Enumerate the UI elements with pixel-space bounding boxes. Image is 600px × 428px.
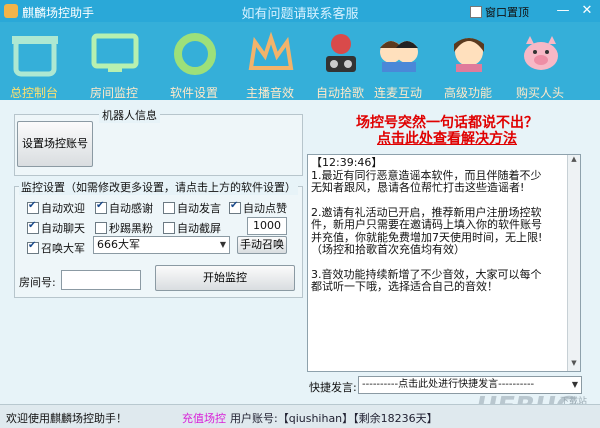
auto-speak-checkbox[interactable]: 自动发言 [163, 200, 221, 216]
nav-label: 总控制台 [9, 86, 58, 100]
scroll-down-arrow-icon[interactable]: ▼ [568, 359, 580, 371]
checkbox-box[interactable] [163, 222, 175, 234]
scroll-up-arrow-icon[interactable]: ▲ [568, 155, 580, 167]
quick-speak-value: ----------点击此处进行快捷发言---------- [362, 379, 535, 390]
close-button[interactable]: ✕ [576, 0, 598, 22]
minimize-button[interactable]: — [552, 0, 574, 22]
nav-item-sound-effects[interactable]: 主播音效 [236, 22, 304, 100]
checkbox-box[interactable] [95, 200, 107, 214]
checkbox-box[interactable] [27, 220, 39, 234]
store-icon [12, 36, 58, 77]
nav-label: 连麦互动 [373, 86, 422, 100]
announcement-text: 【12:39:46】 1.最近有同行恶意造谣本软件，而且伴随着不少 无知者跟风，… [311, 156, 565, 294]
robot-info-legend: 机器人信息 [99, 107, 160, 123]
pin-window-checkbox[interactable]: 窗口置顶 [470, 4, 529, 20]
army-select-value: 666大军 [97, 238, 140, 251]
checkbox-label: 自动欢迎 [41, 202, 85, 215]
pin-window-label: 窗口置顶 [485, 6, 529, 19]
auto-screenshot-checkbox[interactable]: 自动截屏 [163, 220, 221, 236]
manual-summon-button[interactable]: 手动召唤 [237, 236, 287, 254]
cartoon-girl-icon [454, 38, 484, 72]
nav-item-settings[interactable]: 软件设置 [160, 22, 228, 100]
announcement-line: 件，新用户只需要在邀请码上填入你的软件账号 [311, 218, 542, 231]
auto-welcome-checkbox[interactable]: 自动欢迎 [27, 200, 85, 216]
checkbox-label: 自动点赞 [243, 202, 287, 215]
nav-item-console[interactable]: 总控制台 [0, 22, 68, 100]
nav-label: 软件设置 [169, 86, 218, 100]
pig-icon [524, 36, 558, 70]
set-account-button[interactable]: 设置场控账号 [17, 121, 93, 167]
checkbox-label: 自动截屏 [177, 222, 221, 235]
dropdown-arrow-icon: ▼ [571, 380, 578, 389]
monitor-settings-group: 监控设置（如需修改更多设置，请点击上方的软件设置） 自动欢迎 自动感谢 自动发言… [14, 179, 303, 298]
status-bar: 欢迎使用麒麟场控助手！ 充值场控 用户账号:【qiushihan】【剩余1823… [0, 404, 600, 428]
account-info: 用户账号:【qiushihan】【剩余18236天】 [230, 412, 438, 425]
like-count-input[interactable]: 1000 [247, 217, 287, 235]
pin-checkbox-box[interactable] [470, 6, 482, 18]
robot-info-group: 机器人信息 设置场控账号 [14, 107, 303, 176]
announcement-timestamp: 【12:39:46】 [311, 156, 383, 169]
settings-ring-icon [174, 33, 216, 75]
checkbox-label: 秒踢黑粉 [109, 222, 153, 235]
checkbox-box[interactable] [229, 200, 241, 214]
cartoon-kids-icon [380, 41, 418, 72]
monitor-icon [91, 33, 139, 72]
announcement-box[interactable]: 【12:39:46】 1.最近有同行恶意造谣本软件，而且伴随着不少 无知者跟风，… [307, 154, 581, 372]
checkbox-box[interactable] [163, 202, 175, 214]
kick-haters-checkbox[interactable]: 秒踢黑粉 [95, 220, 153, 236]
checkbox-label: 自动感谢 [109, 202, 153, 215]
checkbox-box[interactable] [95, 222, 107, 234]
dropdown-arrow-icon: ▼ [219, 240, 226, 249]
checkbox-label: 自动发言 [177, 202, 221, 215]
welcome-text: 欢迎使用麒麟场控助手！ [6, 412, 127, 425]
quick-speak-label: 快捷发言: [309, 381, 357, 394]
nav-label: 主播音效 [245, 86, 294, 100]
auto-like-checkbox[interactable]: 自动点赞 [229, 200, 287, 216]
announcement-line: 都试听一下哦，选择适合自己的音效！ [311, 280, 498, 293]
auto-chat-checkbox[interactable]: 自动聊天 [27, 220, 85, 236]
main-nav: 总控制台 房间监控 软件设置 主播音效 自动拾歌 连麦互动 高级功能 购买人头 [0, 22, 600, 100]
room-label: 房间号: [19, 276, 56, 289]
checkbox-box[interactable] [27, 240, 39, 254]
nav-item-advanced[interactable]: 高级功能 [434, 22, 502, 100]
title-bar: 麒麟场控助手 如有问题请联系客服 窗口置顶 — ✕ [0, 0, 600, 22]
summon-army-checkbox[interactable]: 召唤大军 [27, 240, 85, 256]
dj-icon [326, 34, 356, 72]
notice-line-2-link[interactable]: 点击此处查看解决方法 [307, 128, 587, 148]
nav-label: 购买人头 [515, 86, 564, 100]
checkbox-label: 自动聊天 [41, 222, 85, 235]
crown-icon [248, 31, 294, 70]
army-select[interactable]: 666大军 ▼ [93, 236, 230, 254]
monitor-settings-legend: 监控设置（如需修改更多设置，请点击上方的软件设置） [19, 179, 298, 195]
checkbox-box[interactable] [27, 200, 39, 214]
nav-item-mic-link[interactable]: 连麦互动 [364, 22, 432, 100]
announcement-spacer [311, 257, 565, 269]
announcement-line: 无知者跟风，恳请各位帮忙打击这些造谣者! [311, 181, 525, 194]
room-number-input[interactable] [61, 270, 141, 290]
nav-label: 高级功能 [443, 86, 492, 100]
recharge-link[interactable]: 充值场控 [182, 410, 226, 426]
nav-item-buy-viewers[interactable]: 购买人头 [506, 22, 574, 100]
start-monitor-button[interactable]: 开始监控 [155, 265, 295, 291]
announcement-spacer [311, 195, 565, 207]
auto-thanks-checkbox[interactable]: 自动感谢 [95, 200, 153, 216]
announcement-scrollbar[interactable]: ▲ ▼ [567, 155, 580, 371]
announcement-line: （场控和拾歌首次充值均有效） [311, 243, 465, 256]
checkbox-label: 召唤大军 [41, 242, 85, 255]
nav-label: 房间监控 [89, 86, 138, 100]
nav-item-room-monitor[interactable]: 房间监控 [80, 22, 148, 100]
